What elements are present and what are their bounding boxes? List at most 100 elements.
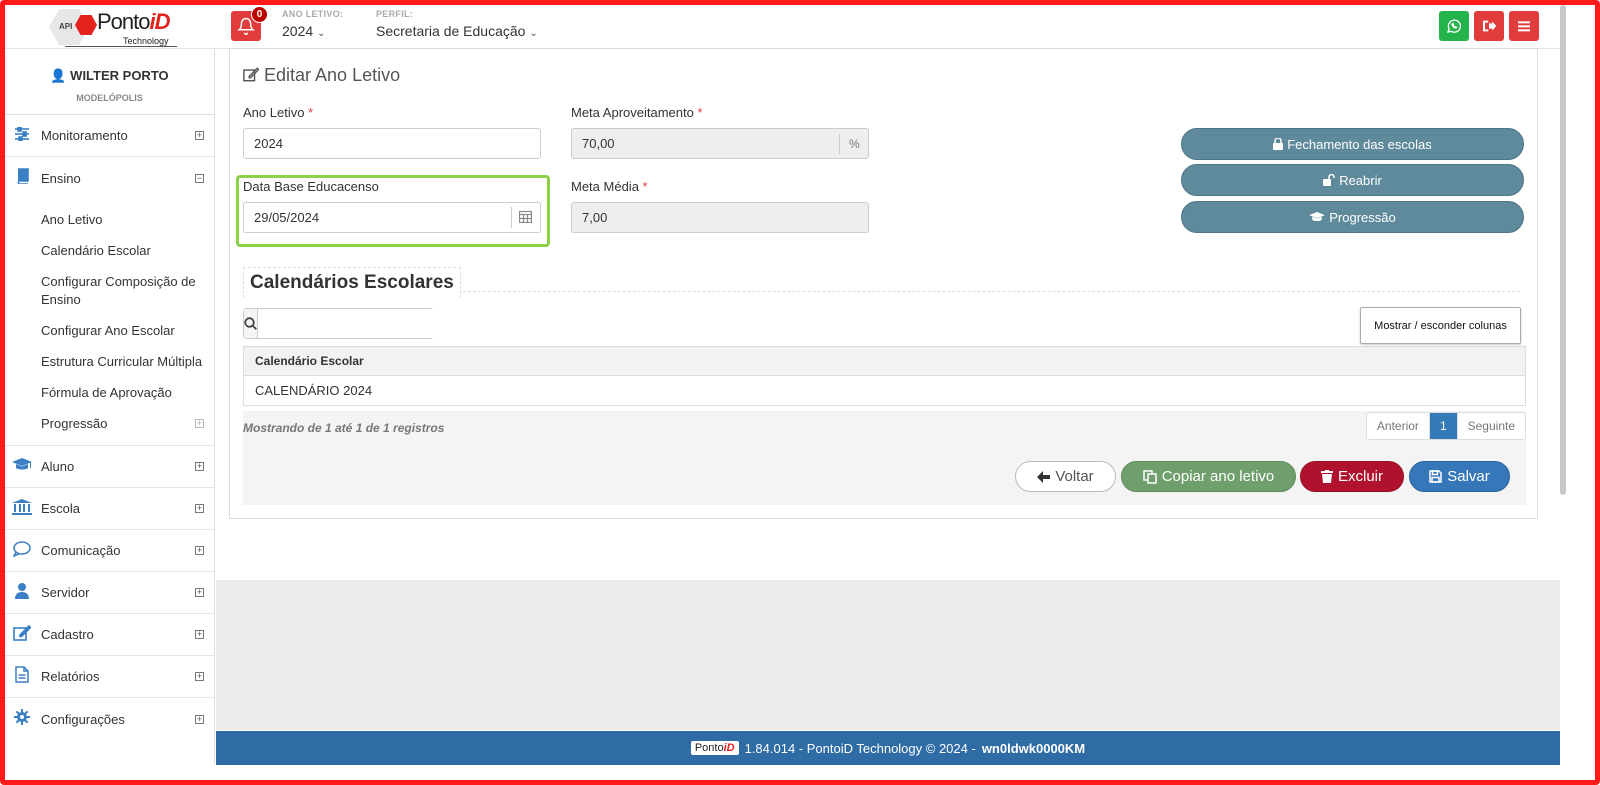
sidebar-item-label: Comunicação xyxy=(41,543,121,558)
school-year-selector[interactable]: ANO LETIVO: 2024 ⌄ xyxy=(282,9,343,39)
submenu-configurar-composicao[interactable]: Configurar Composição de Ensino xyxy=(5,273,214,309)
submenu-progressao[interactable]: Progressão + xyxy=(5,415,214,433)
calendar-icon[interactable] xyxy=(518,210,533,226)
meta-media-input[interactable] xyxy=(571,202,869,233)
data-base-input[interactable] xyxy=(243,202,541,233)
addon-divider xyxy=(511,207,512,228)
expand-icon: + xyxy=(195,587,204,597)
user-icon: 👤 xyxy=(50,68,67,83)
calendarios-table: Calendário Escolar CALENDÁRIO 2024 xyxy=(243,346,1526,406)
expand-icon: + xyxy=(195,545,204,555)
school-year-value: 2024 xyxy=(282,23,314,39)
top-bar: API PontoiD Technology 0 ANO LETIVO: 202… xyxy=(5,5,1560,49)
sidebar-item-cadastro[interactable]: Cadastro + xyxy=(5,614,214,656)
sidebar-item-escola[interactable]: Escola + xyxy=(5,488,214,530)
sidebar-item-monitoramento[interactable]: Monitoramento + xyxy=(5,115,214,157)
footer-logo: PontoiD xyxy=(690,741,739,755)
chevron-down-icon: ⌄ xyxy=(529,28,538,39)
lock-icon xyxy=(1273,138,1284,150)
expand-icon: + xyxy=(195,130,204,140)
toggle-columns-button[interactable]: Mostrar / esconder colunas xyxy=(1360,307,1521,344)
whatsapp-icon xyxy=(1446,19,1462,33)
addon-divider xyxy=(839,134,840,154)
excluir-button[interactable]: Excluir xyxy=(1300,461,1404,492)
submenu-estrutura-curricular[interactable]: Estrutura Curricular Múltipla xyxy=(5,353,214,371)
progressao-button[interactable]: Progressão xyxy=(1181,201,1524,233)
sidebar-item-ensino[interactable]: Ensino − xyxy=(5,157,214,199)
page-title: Editar Ano Letivo xyxy=(243,65,400,86)
sidebar-item-configuracoes[interactable]: Configurações + xyxy=(5,698,214,740)
unlock-icon xyxy=(1323,174,1335,186)
search-input[interactable] xyxy=(258,309,451,338)
expand-icon: + xyxy=(195,629,204,639)
search-icon xyxy=(244,309,258,338)
meta-aproveitamento-input[interactable] xyxy=(571,128,869,159)
calendarios-title: Calendários Escolares xyxy=(243,267,461,298)
submenu-ano-letivo[interactable]: Ano Letivo xyxy=(5,211,214,229)
table-cell: CALENDÁRIO 2024 xyxy=(243,375,1526,406)
edit-school-year-panel: Editar Ano Letivo Ano Letivo * Meta Apro… xyxy=(229,48,1538,519)
submenu-calendario-escolar[interactable]: Calendário Escolar xyxy=(5,242,214,260)
bank-icon xyxy=(11,498,33,519)
user-panel: 👤 WILTER PORTO MODELÓPOLIS xyxy=(5,49,214,115)
pontoid-logo[interactable]: API PontoiD Technology xyxy=(45,5,183,49)
pager-prev[interactable]: Anterior xyxy=(1367,413,1430,439)
user-icon xyxy=(11,582,33,603)
copy-icon xyxy=(1142,469,1157,484)
submenu-configurar-ano-escolar[interactable]: Configurar Ano Escolar xyxy=(5,322,214,340)
pager-next[interactable]: Seguinte xyxy=(1458,413,1525,439)
sidebar-item-label: Configurações xyxy=(41,711,125,727)
sidebar-item-label: Monitoramento xyxy=(41,128,128,143)
expand-icon: + xyxy=(195,713,204,724)
book-icon xyxy=(11,168,33,188)
page-scrollbar[interactable] xyxy=(1560,5,1566,495)
sidebar-item-label: Servidor xyxy=(41,585,90,600)
graduation-cap-icon xyxy=(1309,211,1326,221)
voltar-button[interactable]: Voltar xyxy=(1015,461,1116,492)
sidebar-item-servidor[interactable]: Servidor + xyxy=(5,572,214,614)
expand-icon: + xyxy=(195,503,204,513)
logout-button[interactable] xyxy=(1474,11,1504,41)
whatsapp-button[interactable] xyxy=(1439,11,1469,41)
sidebar-item-label: Aluno xyxy=(41,459,75,474)
edit-icon xyxy=(11,624,33,645)
column-header-calendario[interactable]: Calendário Escolar xyxy=(243,346,1526,376)
sidebar-item-label: Relatórios xyxy=(41,669,100,684)
graduation-cap-icon xyxy=(11,457,33,476)
sidebar-item-comunicacao[interactable]: Comunicação + xyxy=(5,530,214,572)
salvar-button[interactable]: Salvar xyxy=(1409,461,1510,492)
user-city: MODELÓPOLIS xyxy=(76,93,143,103)
footer-server: wn0ldwk0000KM xyxy=(981,740,1086,756)
sidebar: 👤 WILTER PORTO MODELÓPOLIS Monitoramento… xyxy=(5,49,215,764)
meta-aproveitamento-label: Meta Aproveitamento * xyxy=(571,105,703,120)
arrow-left-icon xyxy=(1037,470,1051,483)
percent-addon: % xyxy=(849,137,860,151)
table-row[interactable]: CALENDÁRIO 2024 xyxy=(243,375,1526,406)
comment-icon xyxy=(11,540,33,561)
reabrir-button[interactable]: Reabrir xyxy=(1181,164,1524,196)
page-footer: PontoiD 1.84.014 - PontoiD Technology © … xyxy=(216,731,1560,765)
trash-icon xyxy=(1320,470,1333,483)
sidebar-item-label: Escola xyxy=(41,501,81,516)
footer-version: 1.84.014 - PontoiD Technology © 2024 - xyxy=(744,740,976,756)
copiar-ano-letivo-button[interactable]: Copiar ano letivo xyxy=(1121,461,1296,492)
logo-brand: PontoiD xyxy=(97,9,171,34)
sidebar-item-aluno[interactable]: Aluno + xyxy=(5,446,214,488)
content-background xyxy=(216,580,1560,730)
fechamento-escolas-button[interactable]: Fechamento das escolas xyxy=(1181,128,1524,160)
submenu-formula-aprovacao[interactable]: Fórmula de Aprovação xyxy=(5,384,214,402)
user-name[interactable]: 👤 WILTER PORTO xyxy=(5,68,214,84)
notifications-button[interactable]: 0 xyxy=(231,6,268,41)
expand-icon: + xyxy=(195,418,204,428)
edit-icon xyxy=(243,67,260,82)
sidebar-item-relatorios[interactable]: Relatórios + xyxy=(5,656,214,698)
menu-button[interactable] xyxy=(1509,11,1539,41)
profile-selector[interactable]: PERFIL: Secretaria de Educação ⌄ xyxy=(376,9,538,39)
data-base-label: Data Base Educacenso xyxy=(243,179,379,194)
ensino-submenu: Ano Letivo Calendário Escolar Configurar… xyxy=(5,199,214,446)
pager-page-1[interactable]: 1 xyxy=(1429,413,1458,439)
ano-letivo-input[interactable] xyxy=(243,128,541,159)
form-actions: Voltar Copiar ano letivo Excluir Salvar xyxy=(243,445,1526,505)
gear-icon xyxy=(11,709,33,729)
meta-media-label: Meta Média * xyxy=(571,179,648,194)
